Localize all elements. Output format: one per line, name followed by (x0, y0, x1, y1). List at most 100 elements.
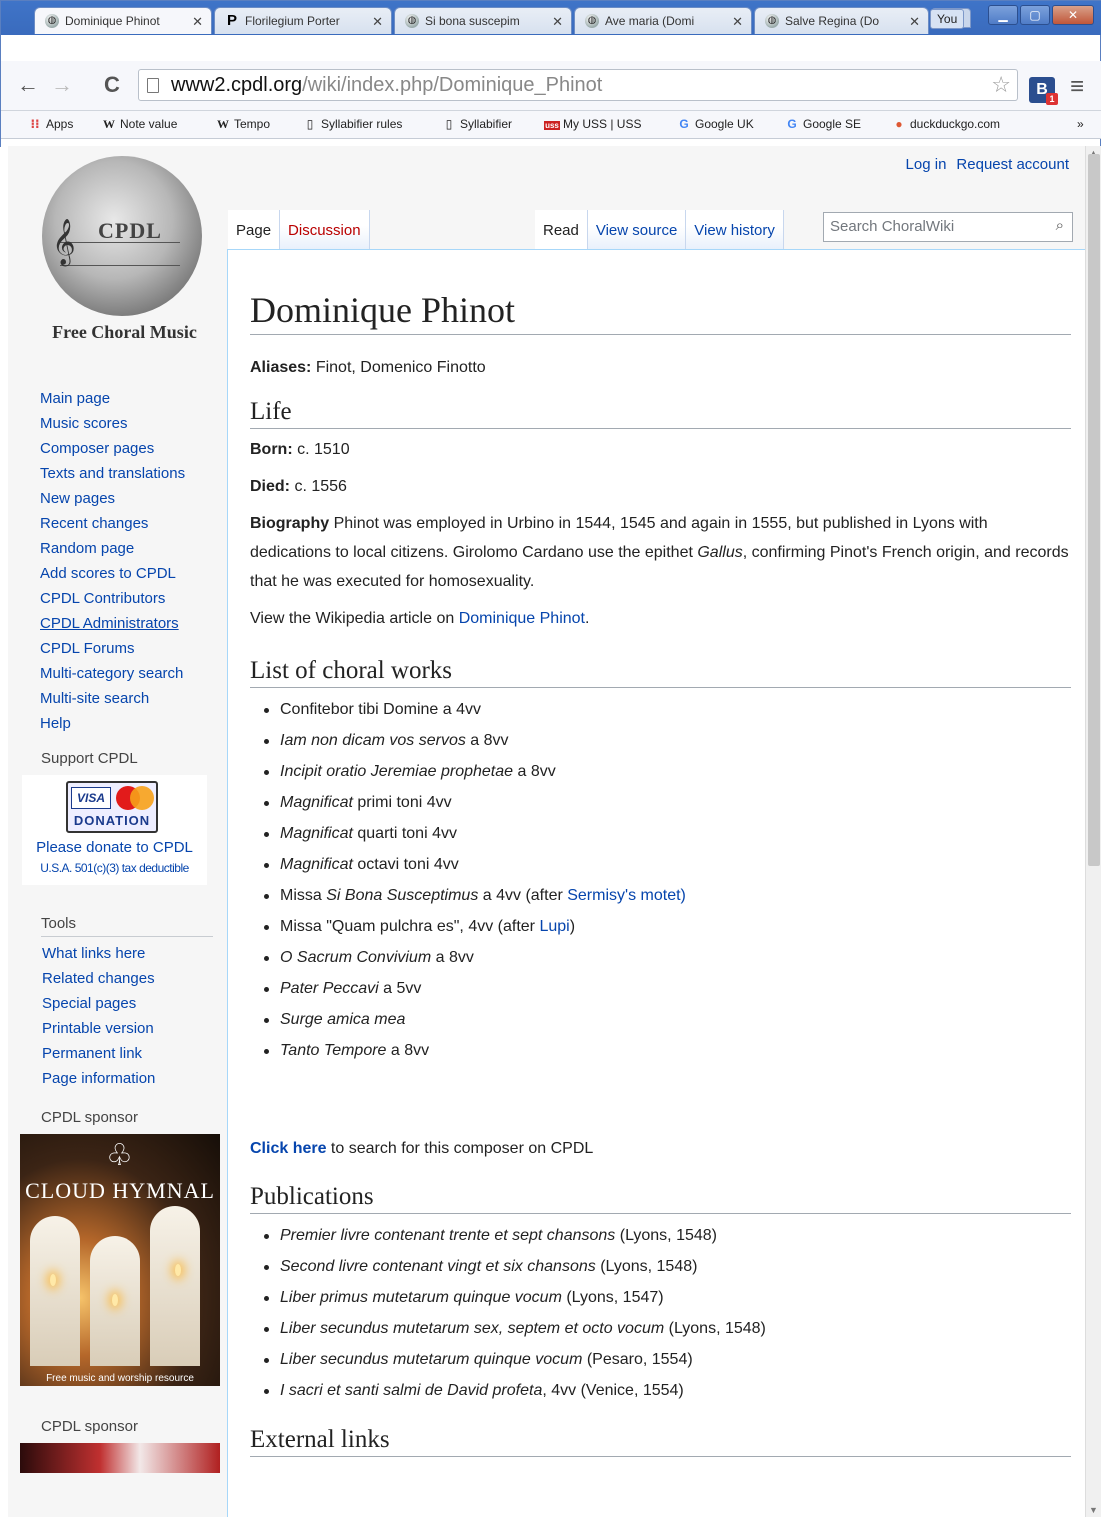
bookmark-google-uk[interactable]: G Google UK (676, 117, 753, 131)
browser-tab-florilegium[interactable]: P Florilegium Porter ✕ (214, 7, 392, 34)
tool-related-changes[interactable]: Related changes (8, 966, 223, 991)
tab-view-history[interactable]: View history (686, 210, 784, 250)
cloud-hymnal-ad[interactable]: ♧ CLOUD HYMNAL Free music and worship re… (20, 1134, 220, 1386)
nav-multi-category-search[interactable]: Multi-category search (8, 661, 223, 686)
tool-permanent-link[interactable]: Permanent link (8, 1041, 223, 1066)
bookmark-syllabifier-rules[interactable]: ▯ Syllabifier rules (302, 117, 403, 131)
nav-music-scores[interactable]: Music scores (8, 411, 223, 436)
google-g-icon: G (679, 117, 689, 131)
donation-label: DONATION (73, 813, 151, 828)
forward-arrow-icon[interactable]: → (51, 74, 73, 96)
search-input[interactable]: Search ChoralWiki ⌕ (823, 212, 1073, 242)
bookmark-my-uss[interactable]: uss My USS | USS (544, 117, 641, 131)
cpdl-globe-icon: ◍ (405, 14, 419, 28)
bookmark-note-value[interactable]: W Note value (101, 117, 177, 132)
nav-add-scores[interactable]: Add scores to CPDL (8, 561, 223, 586)
nav-texts-translations[interactable]: Texts and translations (8, 461, 223, 486)
nav-random-page[interactable]: Random page (8, 536, 223, 561)
nav-new-pages[interactable]: New pages (8, 486, 223, 511)
bookmark-syllabifier[interactable]: ▯ Syllabifier (441, 117, 512, 131)
tab-read[interactable]: Read (535, 210, 588, 250)
sponsor-title: CLOUD HYMNAL (25, 1178, 215, 1203)
browser-tab-salve-regina[interactable]: ◍ Salve Regina (Do ✕ (754, 7, 929, 34)
close-tab-icon[interactable]: ✕ (909, 8, 920, 34)
browser-tab-ave-maria[interactable]: ◍ Ave maria (Domi ✕ (574, 7, 752, 34)
wikipedia-w-icon: W (217, 117, 229, 131)
list-item: Premier livre contenant trente et sept c… (258, 1220, 1071, 1251)
list-item: Second livre contenant vingt et six chan… (258, 1251, 1071, 1282)
bookmark-apps[interactable]: ⁝⁝ Apps (27, 117, 73, 131)
list-item: Missa "Quam pulchra es", 4vv (after Lupi… (258, 911, 1071, 942)
bookmark-star-icon[interactable]: ☆ (991, 72, 1011, 98)
maximize-icon[interactable]: ▢ (1020, 5, 1050, 25)
treble-clef-icon: 𝄞 (52, 220, 76, 264)
tool-printable-version[interactable]: Printable version (8, 1016, 223, 1041)
address-bar[interactable]: www2.cpdl.org/wiki/index.php/Dominique_P… (138, 69, 1018, 101)
tab-page[interactable]: Page (228, 210, 281, 250)
url-host: www2.cpdl.org (171, 74, 303, 96)
nav-cpdl-administrators[interactable]: CPDL Administrators (8, 611, 223, 636)
list-item: Pater Peccavi a 5vv (258, 973, 1071, 1004)
scrollbar-thumb[interactable] (1088, 154, 1100, 866)
minimize-icon[interactable]: ▁ (988, 5, 1018, 25)
wikipedia-link[interactable]: Dominique Phinot (459, 610, 585, 627)
list-item: Liber primus mutetarum quinque vocum (Ly… (258, 1282, 1071, 1313)
site-logo[interactable]: 𝄞 CPDL Free Choral Music (38, 154, 208, 350)
close-window-icon[interactable]: ✕ (1052, 5, 1094, 25)
url-path: /wiki/index.php/Dominique_Phinot (302, 74, 603, 96)
heading-publications: Publications (250, 1181, 1071, 1214)
scroll-down-icon[interactable]: ▼ (1089, 1505, 1098, 1515)
window-controls: ▁ ▢ ✕ (988, 5, 1094, 25)
extension-b-icon[interactable]: B1 (1029, 77, 1058, 105)
sidebar: Main page Music scores Composer pages Te… (8, 386, 223, 1473)
heading-life: Life (250, 396, 1071, 429)
login-link[interactable]: Log in (906, 156, 947, 173)
close-tab-icon[interactable]: ✕ (732, 8, 743, 34)
nav-cpdl-contributors[interactable]: CPDL Contributors (8, 586, 223, 611)
bookmark-duckduckgo[interactable]: ● duckduckgo.com (891, 117, 1000, 131)
tool-what-links-here[interactable]: What links here (8, 941, 223, 966)
browser-tab-dominique-phinot[interactable]: ◍ Dominique Phinot ✕ (34, 7, 212, 34)
nav-main-page[interactable]: Main page (8, 386, 223, 411)
browser-tab-si-bona[interactable]: ◍ Si bona suscepim ✕ (394, 7, 572, 34)
logo-mark: CPDL (98, 218, 162, 243)
list-item: Liber secundus mutetarum quinque vocum (… (258, 1344, 1071, 1375)
reload-icon[interactable]: C (104, 74, 120, 96)
web-page: Log in Request account 𝄞 CPDL Free Choral… (8, 146, 1085, 1517)
bookmark-tempo[interactable]: W Tempo (215, 117, 270, 132)
back-arrow-icon[interactable]: ← (17, 74, 39, 96)
close-tab-icon[interactable]: ✕ (372, 8, 383, 34)
sermisy-link[interactable]: Sermisy's motet) (567, 887, 686, 904)
tool-page-information[interactable]: Page information (8, 1066, 223, 1091)
tab-discussion[interactable]: Discussion (280, 210, 370, 250)
list-item: Incipit oratio Jeremiae prophetae a 8vv (258, 756, 1071, 787)
tools-menu: What links here Related changes Special … (8, 941, 223, 1091)
nav-recent-changes[interactable]: Recent changes (8, 511, 223, 536)
search-icon[interactable]: ⌕ (1056, 217, 1064, 234)
nav-help[interactable]: Help (8, 711, 223, 736)
sponsor-heading: CPDL sponsor (41, 1109, 138, 1126)
bookmark-google-se[interactable]: G Google SE (784, 117, 861, 131)
nav-composer-pages[interactable]: Composer pages (8, 436, 223, 461)
close-tab-icon[interactable]: ✕ (192, 8, 203, 34)
support-heading: Support CPDL (41, 750, 138, 767)
bookmarks-overflow-icon[interactable]: » (1077, 117, 1084, 131)
tool-special-pages[interactable]: Special pages (8, 991, 223, 1016)
request-account-link[interactable]: Request account (956, 156, 1069, 173)
tax-deductible-text[interactable]: U.S.A. 501(c)(3) tax deductible (22, 861, 207, 875)
sponsor-ad-2[interactable] (20, 1443, 220, 1473)
lupi-link[interactable]: Lupi (539, 918, 569, 935)
chrome-menu-icon[interactable]: ≡ (1070, 75, 1084, 99)
search-placeholder: Search ChoralWiki (830, 218, 955, 235)
tab-view-source[interactable]: View source (587, 210, 687, 250)
click-here-link[interactable]: Click here (250, 1140, 326, 1157)
profile-button[interactable]: You (930, 9, 965, 29)
donate-text[interactable]: Please donate to CPDL (22, 839, 207, 856)
close-tab-icon[interactable]: ✕ (552, 8, 563, 34)
donation-banner[interactable]: VISA DONATION Please donate to CPDL U.S.… (22, 775, 207, 885)
nav-cpdl-forums[interactable]: CPDL Forums (8, 636, 223, 661)
nav-multi-site-search[interactable]: Multi-site search (8, 686, 223, 711)
works-list: Confitebor tibi Domine a 4vv Iam non dic… (258, 694, 1071, 1066)
page-scrollbar[interactable]: ▲ ▼ (1085, 146, 1101, 1517)
